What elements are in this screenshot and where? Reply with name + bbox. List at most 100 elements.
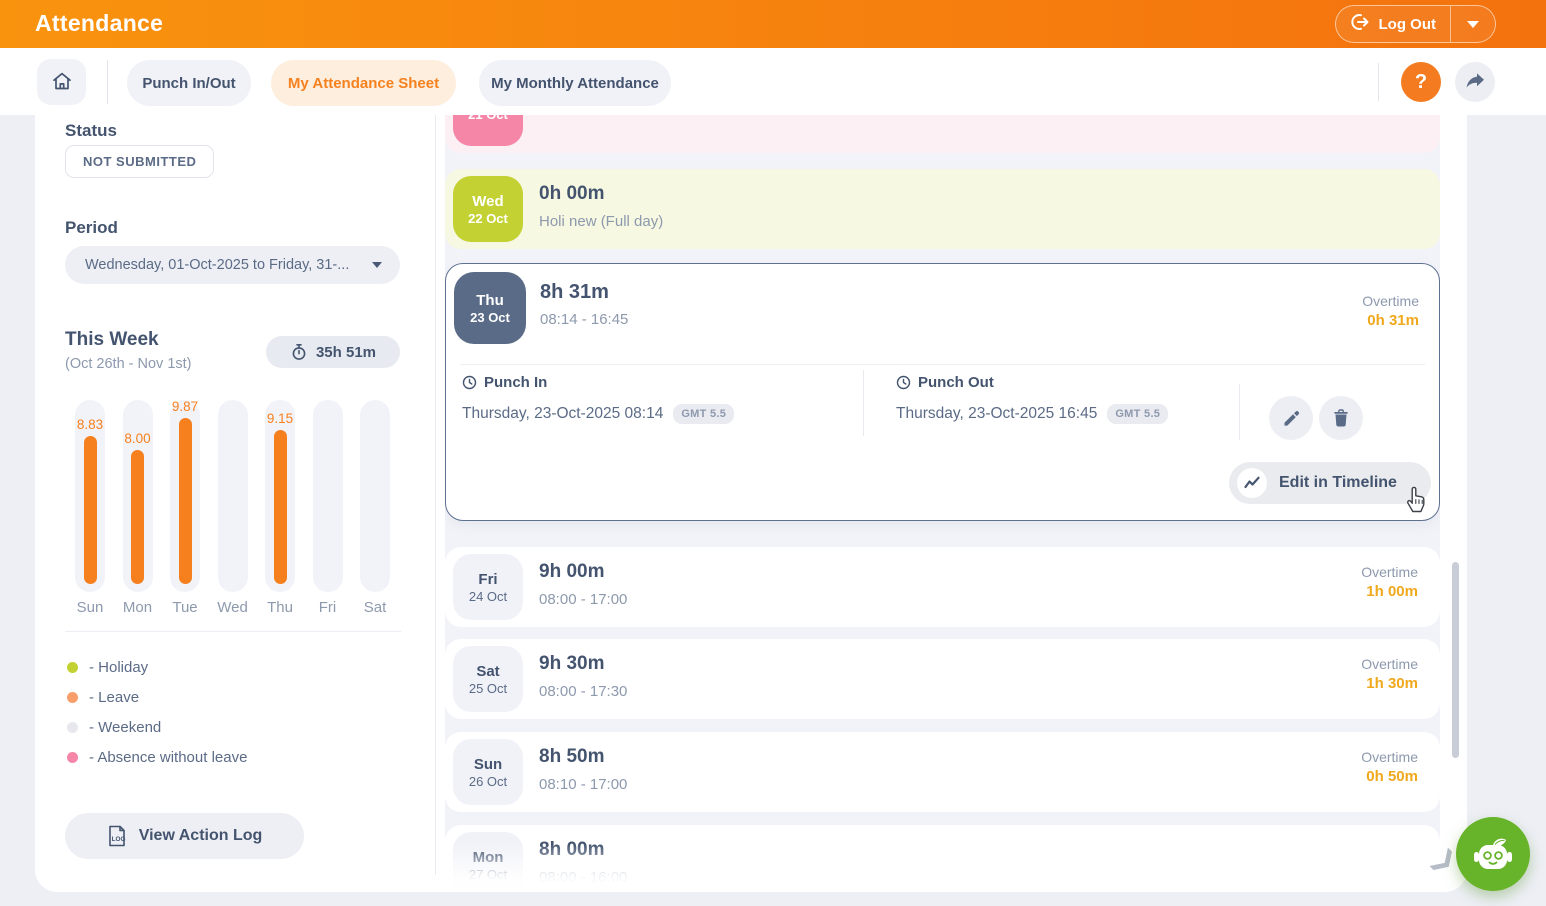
worked-hours: 0h 00m — [539, 183, 604, 205]
date-badge: Sun 26 Oct — [453, 739, 523, 805]
punch-out-value: Thursday, 23-Oct-2025 16:45 — [896, 405, 1097, 423]
home-icon — [50, 70, 74, 94]
legend-item-absence: - Absence without leave — [67, 742, 247, 772]
axis-label: Mon — [123, 599, 152, 616]
delete-punch-button[interactable] — [1319, 396, 1363, 440]
edit-punch-button[interactable] — [1269, 396, 1313, 440]
bar-tue — [179, 418, 192, 584]
bar-value: 8.00 — [113, 431, 163, 446]
legend: - Holiday - Leave - Weekend - Absence wi… — [67, 652, 247, 772]
tab-my-attendance-sheet[interactable]: My Attendance Sheet — [271, 60, 456, 106]
time-range: 08:00 - 17:00 — [539, 591, 627, 608]
share-icon — [1464, 71, 1486, 93]
date-badge: Thu 23 Oct — [454, 272, 526, 344]
time-range: 08:10 - 17:00 — [539, 776, 627, 793]
chevron-down-icon — [1467, 21, 1479, 28]
axis-label: Wed — [217, 599, 248, 616]
date-badge: Wed 22 Oct — [453, 176, 523, 242]
time-range: 08:14 - 16:45 — [540, 311, 628, 328]
holiday-dot-icon — [67, 662, 78, 673]
stopwatch-icon — [290, 343, 308, 361]
attendance-row-25-oct[interactable]: Sat 25 Oct 9h 30m 08:00 - 17:30 Overtime… — [445, 639, 1440, 719]
bar-value: 9.87 — [160, 399, 210, 414]
home-button[interactable] — [37, 59, 86, 105]
weekend-dot-icon — [67, 722, 78, 733]
worked-hours: 9h 00m — [539, 561, 604, 583]
week-bar-chart: 8.83Sun 8.00Mon 9.87Tue Wed 9.15Thu Fri … — [65, 400, 400, 616]
navbar: Punch In/Out My Attendance Sheet My Mont… — [0, 48, 1546, 115]
punch-in-section: Punch In Thursday, 23-Oct-2025 08:14 GMT… — [462, 374, 734, 424]
app-title: Attendance — [35, 10, 163, 37]
punch-in-value: Thursday, 23-Oct-2025 08:14 — [462, 405, 663, 423]
tab-punch-in-out[interactable]: Punch In/Out — [127, 60, 251, 106]
attendance-row-27-oct[interactable]: Mon 27 Oct 8h 00m 08:00 - 16:00 — [445, 825, 1440, 892]
axis-label: Sat — [364, 599, 387, 616]
edit-in-timeline-label: Edit in Timeline — [1279, 474, 1397, 492]
attendance-row-24-oct[interactable]: Fri 24 Oct 9h 00m 08:00 - 17:00 Overtime… — [445, 547, 1440, 627]
axis-label: Tue — [172, 599, 197, 616]
overtime-block: Overtime 1h 30m — [1361, 656, 1418, 692]
pencil-icon — [1282, 409, 1301, 428]
legend-item-holiday: - Holiday — [67, 652, 247, 682]
robot-icon — [1470, 832, 1516, 876]
period-select[interactable]: Wednesday, 01-Oct-2025 to Friday, 31-... — [65, 246, 400, 284]
card-divider — [460, 364, 1425, 365]
timeline-icon-circle — [1237, 468, 1267, 498]
content-panel: Status NOT SUBMITTED Period Wednesday, 0… — [35, 115, 1467, 892]
logout-label: Log Out — [1379, 16, 1436, 33]
chart-column: 9.15Thu — [265, 400, 295, 616]
chart-column: Sat — [360, 400, 390, 616]
worked-hours: 8h 31m — [540, 281, 609, 304]
punch-divider — [863, 370, 864, 436]
status-badge: NOT SUBMITTED — [65, 145, 214, 178]
punch-out-label: Punch Out — [918, 374, 994, 391]
view-action-log-label: View Action Log — [139, 827, 263, 845]
logout-dropdown-toggle[interactable] — [1451, 6, 1495, 42]
date-badge: Mon 27 Oct — [453, 832, 523, 892]
scrollbar-thumb[interactable] — [1452, 562, 1459, 758]
timezone-badge: GMT 5.5 — [673, 404, 734, 424]
worked-hours: 8h 50m — [539, 746, 604, 768]
chart-column: 8.83Sun — [75, 400, 105, 616]
view-action-log-button[interactable]: LOG View Action Log — [65, 813, 304, 859]
attendance-row-26-oct[interactable]: Sun 26 Oct 8h 50m 08:10 - 17:00 Overtime… — [445, 732, 1440, 812]
attendance-row-21-oct[interactable]: 21 Oct 0h 00m — [445, 115, 1440, 153]
chat-bot-button[interactable] — [1456, 817, 1530, 891]
absence-dot-icon — [67, 752, 78, 763]
edit-in-timeline-button[interactable]: Edit in Timeline — [1229, 462, 1431, 504]
bar-value: 8.83 — [65, 417, 115, 432]
leave-dot-icon — [67, 692, 78, 703]
worked-hours: 8h 00m — [539, 839, 604, 861]
chevron-down-icon — [372, 262, 382, 268]
sidebar-divider — [435, 115, 436, 875]
period-value: Wednesday, 01-Oct-2025 to Friday, 31-... — [85, 257, 372, 273]
overtime-block: Overtime 0h 50m — [1361, 749, 1418, 785]
time-range: 08:00 - 17:30 — [539, 683, 627, 700]
trend-line-icon — [1244, 476, 1260, 490]
attendance-row-22-oct[interactable]: Wed 22 Oct 0h 00m Holi new (Full day) — [445, 169, 1440, 249]
axis-label: Sun — [77, 599, 104, 616]
date-badge: Sat 25 Oct — [453, 646, 523, 712]
share-button[interactable] — [1455, 62, 1495, 102]
logout-button[interactable]: Log Out — [1335, 5, 1496, 43]
overtime-block: Overtime 0h 31m — [1362, 293, 1419, 329]
help-button[interactable]: ? — [1401, 62, 1441, 102]
worked-hours: 9h 30m — [539, 653, 604, 675]
week-total-badge: 35h 51m — [266, 336, 400, 368]
chart-column: Fri — [313, 400, 343, 616]
log-document-icon: LOG — [107, 824, 129, 848]
trash-icon — [1332, 409, 1350, 428]
chart-column: 8.00Mon — [123, 400, 153, 616]
week-total-value: 35h 51m — [316, 344, 376, 361]
tab-my-monthly-attendance[interactable]: My Monthly Attendance — [479, 60, 671, 106]
attendance-list: 21 Oct 0h 00m Wed 22 Oct 0h 00m Holi new… — [445, 115, 1440, 892]
week-title: This Week — [65, 329, 159, 351]
chart-column: Wed — [218, 400, 248, 616]
punch-in-label: Punch In — [484, 374, 547, 391]
bar-mon — [131, 450, 144, 584]
bar-thu — [274, 430, 287, 584]
clock-icon — [896, 375, 911, 390]
attendance-row-23-oct-expanded[interactable]: Thu 23 Oct 8h 31m 08:14 - 16:45 Overtime… — [445, 263, 1440, 521]
bar-value: 9.15 — [255, 411, 305, 426]
axis-label: Fri — [319, 599, 337, 616]
